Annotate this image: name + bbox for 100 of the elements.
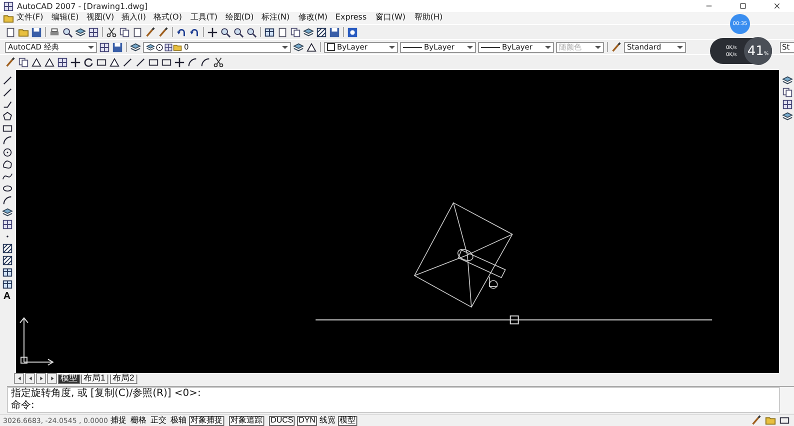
document-icon[interactable] [5, 26, 16, 38]
menu-item[interactable]: 工具(T) [188, 13, 220, 23]
document-icon[interactable] [277, 26, 288, 38]
line-icon[interactable] [2, 87, 12, 98]
status-toggle[interactable]: 极轴 [169, 416, 188, 426]
rectangle-icon[interactable] [96, 56, 107, 68]
layer-stack-icon[interactable] [303, 26, 314, 38]
menu-item[interactable]: 窗口(W) [373, 13, 408, 23]
menu-item[interactable]: Express [332, 13, 370, 23]
polygon-icon[interactable] [2, 111, 12, 122]
menu-item[interactable]: 视图(V) [84, 13, 116, 23]
line-icon[interactable] [122, 56, 133, 68]
spline-icon[interactable] [2, 171, 12, 182]
layer-stack-icon[interactable] [782, 75, 792, 86]
arc-icon[interactable] [2, 195, 12, 206]
status-toggle[interactable]: 模型 [338, 416, 358, 426]
grid-icon[interactable] [57, 56, 68, 68]
status-toggle[interactable]: DUCS [269, 416, 295, 426]
undo-arrow-icon[interactable] [176, 26, 187, 38]
table-icon[interactable] [2, 279, 12, 290]
table-icon[interactable] [264, 26, 275, 38]
scissors-icon[interactable] [213, 56, 224, 68]
status-toggle[interactable]: 捕捉 [109, 416, 128, 426]
hatch-icon[interactable] [2, 255, 12, 266]
close-icon[interactable] [773, 2, 781, 10]
menu-item[interactable]: 标注(N) [259, 13, 292, 23]
rectangle-icon[interactable] [2, 123, 12, 134]
ellipse-icon[interactable] [2, 183, 12, 194]
triangle-icon[interactable] [109, 56, 120, 68]
printer-icon[interactable] [49, 26, 60, 38]
grid-icon[interactable] [782, 99, 792, 110]
brush-icon[interactable] [5, 56, 16, 68]
copy-icon[interactable] [18, 56, 29, 68]
layer-stack-icon[interactable] [2, 207, 12, 218]
brush-icon[interactable] [158, 26, 169, 38]
rectangle-icon[interactable] [148, 56, 159, 68]
arc-icon[interactable] [187, 56, 198, 68]
layer-stack-icon[interactable] [293, 42, 304, 52]
line-icon[interactable] [135, 56, 146, 68]
scissors-icon[interactable] [106, 26, 117, 38]
copy-icon[interactable] [782, 87, 792, 98]
magnifier-icon[interactable] [233, 26, 244, 38]
move-cross-icon[interactable] [70, 56, 81, 68]
right-triangle-icon[interactable] [38, 376, 44, 381]
menu-item[interactable]: 文件(F) [14, 13, 46, 23]
layout-tab[interactable]: 布局2 [110, 374, 136, 384]
left-triangle-icon[interactable] [16, 376, 22, 381]
arc-icon[interactable] [2, 135, 12, 146]
status-toggle[interactable]: 栅格 [129, 416, 148, 426]
status-toggle[interactable]: 对象追踪 [229, 416, 264, 426]
rectangle-icon[interactable] [161, 56, 172, 68]
grid-icon[interactable] [88, 26, 99, 38]
folder-icon[interactable] [765, 415, 776, 426]
text-tool-button[interactable]: A [3, 291, 11, 302]
copy-icon[interactable] [119, 26, 130, 38]
hatch-icon[interactable] [316, 26, 327, 38]
maximize-icon[interactable] [739, 2, 747, 10]
status-toggle[interactable]: DYN [297, 416, 318, 426]
grid-icon[interactable] [99, 42, 110, 52]
table-icon[interactable] [2, 267, 12, 278]
layer-stack-icon[interactable] [130, 42, 141, 52]
menu-item[interactable]: 绘图(D) [222, 13, 256, 23]
move-cross-icon[interactable] [207, 26, 218, 38]
layer-stack-icon[interactable] [75, 26, 86, 38]
triangle-icon[interactable] [44, 56, 55, 68]
command-prompt: 命令: [10, 400, 36, 412]
arc-icon[interactable] [200, 56, 211, 68]
grid-icon[interactable] [2, 219, 12, 230]
status-toggle[interactable]: 对象捕捉 [189, 416, 224, 426]
right-triangle-icon[interactable] [50, 376, 54, 381]
status-toggle[interactable]: 正交 [149, 416, 168, 426]
polyline-icon[interactable] [2, 99, 12, 110]
brush-icon[interactable] [145, 26, 156, 38]
magnifier-icon[interactable] [246, 26, 257, 38]
menu-item[interactable]: 格式(O) [151, 13, 184, 23]
layout-tab[interactable]: 模型 [58, 374, 80, 384]
triangle-icon[interactable] [31, 56, 42, 68]
menu-item[interactable]: 修改(M) [296, 13, 330, 23]
line-icon[interactable] [2, 75, 12, 86]
rectangle-icon[interactable] [779, 415, 790, 426]
brush-icon[interactable] [751, 415, 762, 426]
magnifier-icon[interactable] [62, 26, 73, 38]
triangle-icon[interactable] [306, 42, 317, 52]
layer-stack-icon[interactable] [782, 111, 792, 122]
left-triangle-icon[interactable] [28, 376, 32, 381]
copy-icon[interactable] [290, 26, 301, 38]
hatch-icon[interactable] [2, 243, 12, 254]
menu-item[interactable]: 插入(I) [119, 13, 149, 23]
scrollbar[interactable] [780, 387, 794, 413]
circle-icon[interactable] [2, 147, 12, 158]
brush-icon[interactable] [611, 42, 622, 52]
layout-tab[interactable]: 布局1 [81, 374, 108, 384]
document-icon[interactable] [132, 26, 143, 38]
status-toggle[interactable]: 线宽 [318, 416, 338, 426]
move-cross-icon[interactable] [174, 56, 185, 68]
menu-item[interactable]: 编辑(E) [48, 13, 81, 23]
menu-item[interactable]: 帮助(H) [412, 13, 445, 23]
magnifier-icon[interactable] [220, 26, 231, 38]
undo-arrow-icon[interactable] [189, 26, 200, 38]
cloud-icon[interactable] [2, 159, 12, 170]
